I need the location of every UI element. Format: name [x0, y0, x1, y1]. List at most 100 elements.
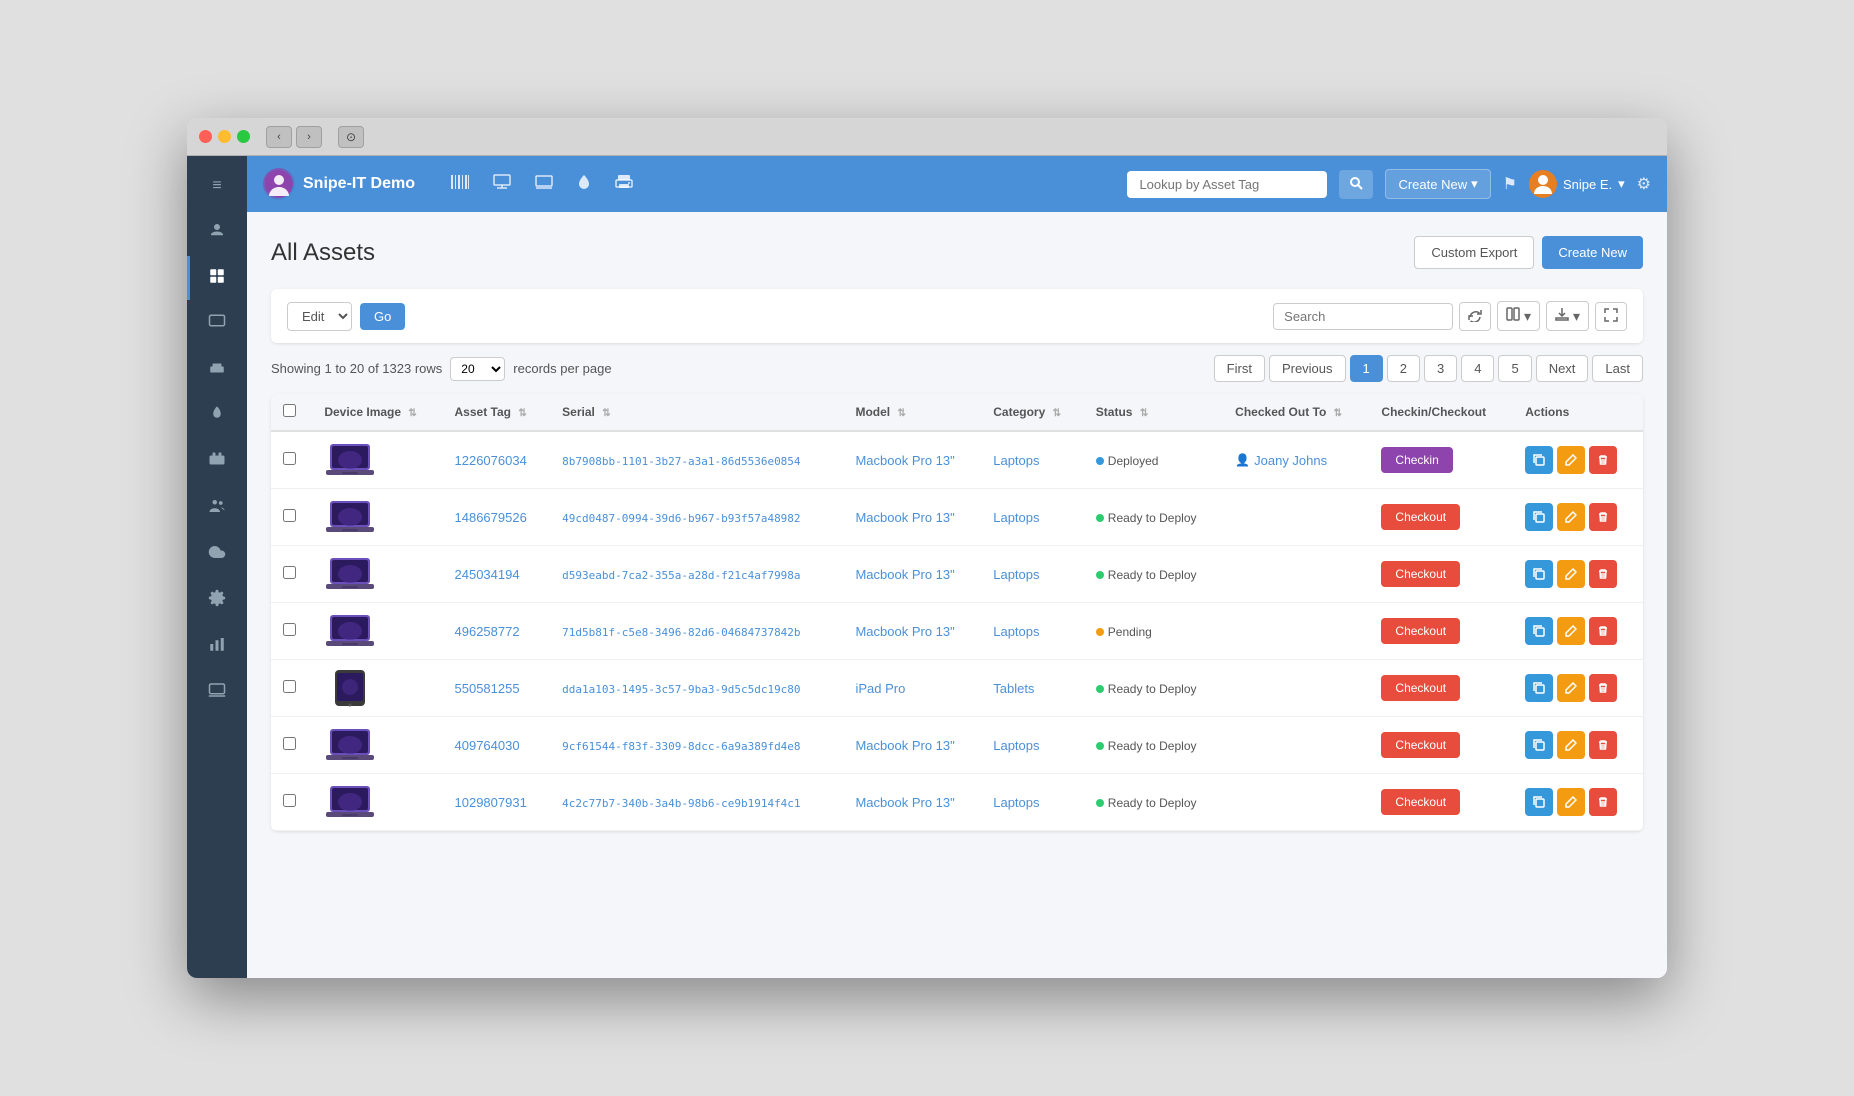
columns-button[interactable]: ▾	[1497, 301, 1540, 331]
sidebar-item-reports[interactable]	[187, 624, 247, 668]
minimize-button[interactable]	[218, 130, 231, 143]
model-link[interactable]: Macbook Pro 13"	[855, 624, 954, 639]
copy-button[interactable]	[1525, 617, 1553, 645]
copy-button[interactable]	[1525, 731, 1553, 759]
checkin-button[interactable]: Checkin	[1381, 447, 1452, 473]
edit-button[interactable]	[1557, 731, 1585, 759]
flag-icon[interactable]: ⚑	[1503, 174, 1517, 194]
delete-button[interactable]	[1589, 788, 1617, 816]
row-checkbox[interactable]	[283, 623, 296, 636]
model-sort-icon[interactable]: ⇅	[897, 408, 905, 419]
sidebar-item-people[interactable]	[187, 486, 247, 530]
navbar-user[interactable]: Snipe E. ▾	[1529, 170, 1625, 198]
sidebar-item-assets[interactable]	[187, 256, 247, 300]
category-link[interactable]: Laptops	[993, 510, 1039, 525]
serial-link[interactable]: 71d5b81f-c5e8-3496-82d6-04684737842b	[562, 626, 800, 639]
edit-button[interactable]	[1557, 560, 1585, 588]
delete-button[interactable]	[1589, 560, 1617, 588]
barcode-nav-icon[interactable]	[443, 170, 477, 199]
page-1-button[interactable]: 1	[1350, 355, 1383, 382]
serial-link[interactable]: dda1a103-1495-3c57-9ba3-9d5c5dc19c80	[562, 683, 800, 696]
navbar-search-button[interactable]	[1339, 170, 1373, 199]
asset-tag-link[interactable]: 1226076034	[455, 453, 527, 468]
checkout-button[interactable]: Checkout	[1381, 618, 1460, 644]
row-checkbox[interactable]	[283, 794, 296, 807]
first-page-button[interactable]: First	[1214, 355, 1265, 382]
go-button[interactable]: Go	[360, 303, 405, 330]
model-link[interactable]: Macbook Pro 13"	[855, 567, 954, 582]
droplet-nav-icon[interactable]	[569, 170, 599, 199]
navbar-create-new-button[interactable]: Create New ▾	[1385, 169, 1490, 199]
page-2-button[interactable]: 2	[1387, 355, 1420, 382]
row-checkbox[interactable]	[283, 737, 296, 750]
page-5-button[interactable]: 5	[1498, 355, 1531, 382]
custom-export-button[interactable]: Custom Export	[1414, 236, 1534, 269]
sidebar-item-settings[interactable]	[187, 578, 247, 622]
per-page-select[interactable]: 20 50 100	[450, 357, 505, 381]
select-all-checkbox[interactable]	[283, 404, 296, 417]
device-image-sort-icon[interactable]: ⇅	[408, 408, 416, 419]
delete-button[interactable]	[1589, 674, 1617, 702]
next-page-button[interactable]: Next	[1536, 355, 1589, 382]
edit-button[interactable]	[1557, 503, 1585, 531]
asset-tag-link[interactable]: 1486679526	[455, 510, 527, 525]
forward-button[interactable]: ›	[296, 126, 322, 148]
row-checkbox[interactable]	[283, 452, 296, 465]
checked-out-sort-icon[interactable]: ⇅	[1334, 408, 1342, 419]
checkout-button[interactable]: Checkout	[1381, 504, 1460, 530]
serial-link[interactable]: 8b7908bb-1101-3b27-a3a1-86d5536e0854	[562, 455, 800, 468]
back-button[interactable]: ‹	[266, 126, 292, 148]
category-link[interactable]: Laptops	[993, 567, 1039, 582]
computer-nav-icon[interactable]	[485, 170, 519, 199]
category-link[interactable]: Laptops	[993, 453, 1039, 468]
row-checkbox[interactable]	[283, 566, 296, 579]
category-sort-icon[interactable]: ⇅	[1053, 408, 1061, 419]
page-3-button[interactable]: 3	[1424, 355, 1457, 382]
edit-button[interactable]	[1557, 446, 1585, 474]
asset-tag-link[interactable]: 496258772	[455, 624, 520, 639]
sidebar-item-menu[interactable]: ≡	[187, 164, 247, 208]
checkout-button[interactable]: Checkout	[1381, 675, 1460, 701]
previous-page-button[interactable]: Previous	[1269, 355, 1346, 382]
delete-button[interactable]	[1589, 617, 1617, 645]
asset-tag-sort-icon[interactable]: ⇅	[518, 408, 526, 419]
model-link[interactable]: iPad Pro	[855, 681, 905, 696]
sidebar-item-laptop[interactable]	[187, 670, 247, 714]
edit-button[interactable]	[1557, 788, 1585, 816]
model-link[interactable]: Macbook Pro 13"	[855, 738, 954, 753]
category-link[interactable]: Laptops	[993, 624, 1039, 639]
row-checkbox[interactable]	[283, 509, 296, 522]
copy-button[interactable]	[1525, 503, 1553, 531]
asset-tag-link[interactable]: 409764030	[455, 738, 520, 753]
user-link[interactable]: Joany Johns	[1254, 453, 1327, 468]
sidebar-item-licenses[interactable]	[187, 302, 247, 346]
asset-tag-link[interactable]: 245034194	[455, 567, 520, 582]
delete-button[interactable]	[1589, 503, 1617, 531]
fullscreen-button[interactable]	[1595, 302, 1627, 331]
checkout-button[interactable]: Checkout	[1381, 561, 1460, 587]
download-button[interactable]: ▾	[1546, 301, 1589, 331]
asset-tag-search[interactable]	[1127, 171, 1327, 198]
sidebar-item-accessories[interactable]	[187, 348, 247, 392]
checkout-button[interactable]: Checkout	[1381, 789, 1460, 815]
status-sort-icon[interactable]: ⇅	[1140, 408, 1148, 419]
bulk-action-select[interactable]: Edit	[287, 302, 352, 331]
table-search-input[interactable]	[1273, 303, 1453, 330]
serial-link[interactable]: d593eabd-7ca2-355a-a28d-f21c4af7998a	[562, 569, 800, 582]
share-icon[interactable]: ⚙	[1637, 174, 1651, 194]
model-link[interactable]: Macbook Pro 13"	[855, 453, 954, 468]
edit-button[interactable]	[1557, 617, 1585, 645]
checkout-button[interactable]: Checkout	[1381, 732, 1460, 758]
copy-button[interactable]	[1525, 788, 1553, 816]
sidebar-item-dashboard[interactable]	[187, 210, 247, 254]
category-link[interactable]: Laptops	[993, 795, 1039, 810]
copy-button[interactable]	[1525, 674, 1553, 702]
last-page-button[interactable]: Last	[1592, 355, 1643, 382]
delete-button[interactable]	[1589, 446, 1617, 474]
screen-nav-icon[interactable]	[527, 170, 561, 199]
model-link[interactable]: Macbook Pro 13"	[855, 510, 954, 525]
copy-button[interactable]	[1525, 446, 1553, 474]
close-button[interactable]	[199, 130, 212, 143]
row-checkbox[interactable]	[283, 680, 296, 693]
maximize-button[interactable]	[237, 130, 250, 143]
